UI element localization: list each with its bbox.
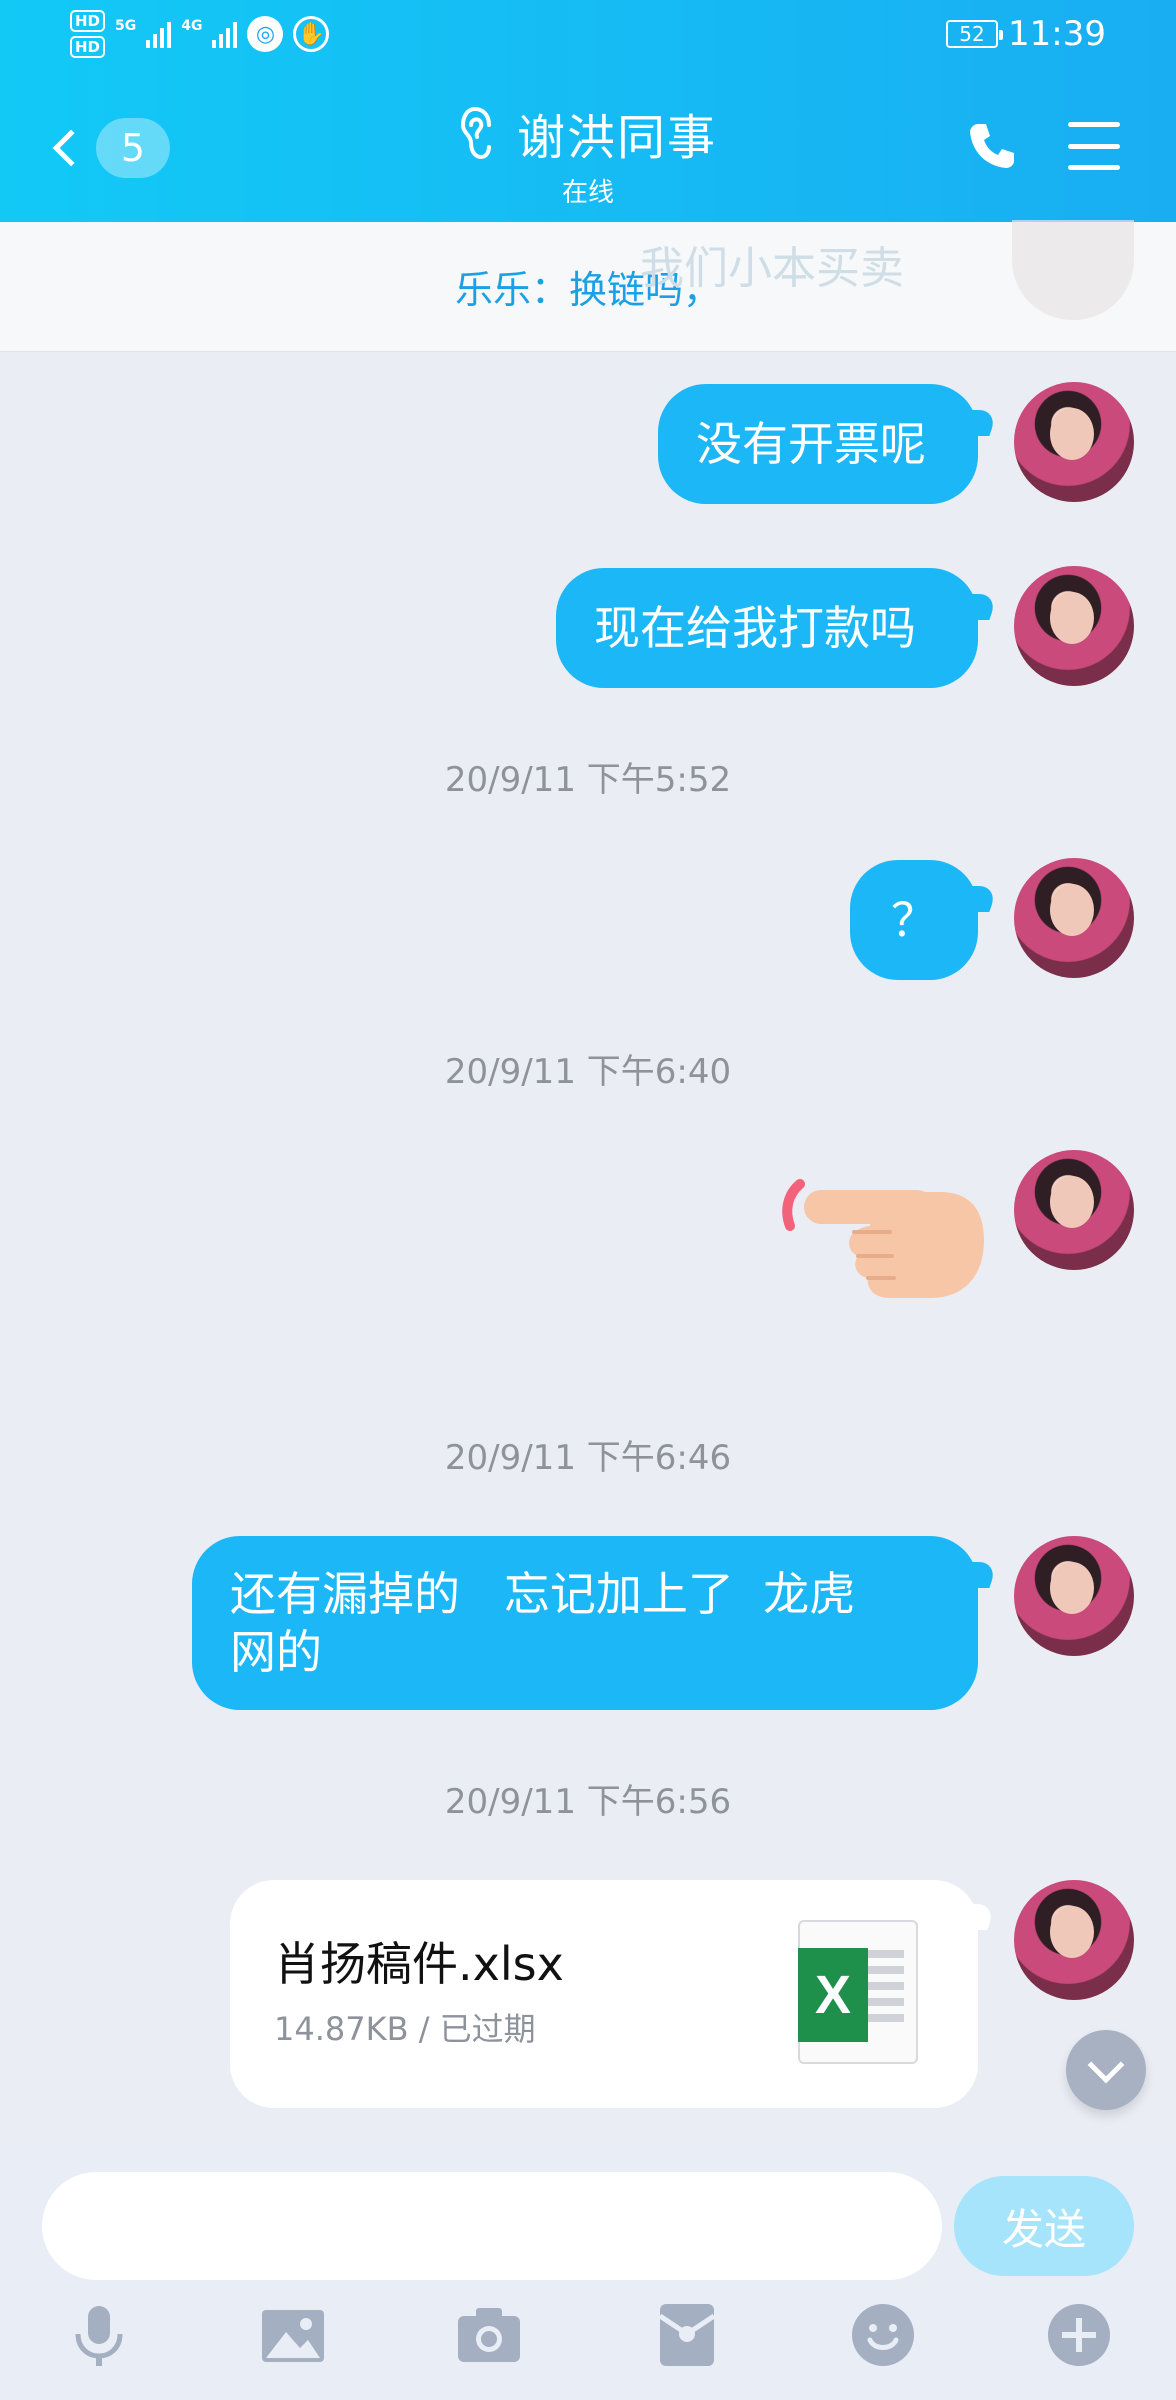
status-bar: HD HD 5G 4G ◎ ✋ 52 11:39 <box>0 0 1176 70</box>
file-name: 肖扬稿件.xlsx <box>274 1937 564 1991</box>
avatar[interactable] <box>1014 1150 1134 1270</box>
avatar[interactable] <box>1014 1536 1134 1656</box>
message-bubble[interactable]: 没有开票呢 <box>658 384 978 504</box>
scroll-to-bottom-button[interactable] <box>1066 2030 1146 2110</box>
phone-icon[interactable] <box>964 118 1020 174</box>
ear-icon <box>460 106 491 160</box>
timestamp: 20/9/11 下午6:40 <box>444 1052 732 1092</box>
plus-icon[interactable] <box>1044 2300 1114 2370</box>
emoji-icon[interactable] <box>848 2300 918 2370</box>
chevron-down-icon <box>1087 2046 1125 2084</box>
avatar[interactable] <box>1014 858 1134 978</box>
message-text: ？ <box>891 893 937 947</box>
message-input[interactable] <box>42 2172 942 2280</box>
hd-badge: HD <box>70 10 106 32</box>
signal-icon <box>212 20 238 48</box>
online-status: 在线 <box>561 178 614 208</box>
signal-icon <box>146 20 172 48</box>
send-button[interactable]: 发送 <box>954 2176 1134 2276</box>
hd-badge: HD <box>70 36 106 58</box>
avatar[interactable] <box>1014 382 1134 502</box>
image-icon[interactable] <box>258 2300 328 2370</box>
browser-icon: ◎ <box>247 16 284 52</box>
excel-icon: X <box>798 1920 918 2064</box>
status-right: 52 11:39 <box>946 14 1106 54</box>
previous-message-text: 我们小本买卖 <box>640 243 904 294</box>
hd-indicators: HD HD <box>70 10 106 58</box>
input-area: 发送 <box>0 2146 1176 2400</box>
excel-letter: X <box>798 1948 868 2042</box>
message-text: 还有漏掉的 忘记加上了 龙虎网的 <box>230 1567 856 1679</box>
file-meta: 14.87KB / 已过期 <box>274 2010 536 2048</box>
title-row: 谢洪同事 <box>459 98 717 168</box>
pointing-finger-icon[interactable] <box>770 1170 990 1310</box>
notice-bar[interactable]: 乐乐：换链吗， <box>0 222 1176 352</box>
network-type: 4G <box>181 18 203 34</box>
status-left: HD HD 5G 4G ◎ ✋ <box>70 10 330 58</box>
avatar[interactable] <box>1014 566 1134 686</box>
camera-icon[interactable] <box>454 2300 524 2370</box>
hand-icon: ✋ <box>293 16 330 52</box>
file-message[interactable]: 肖扬稿件.xlsx 14.87KB / 已过期 X <box>230 1880 978 2108</box>
clock: 11:39 <box>1008 14 1106 54</box>
menu-icon[interactable] <box>1068 122 1120 170</box>
message-bubble[interactable]: 现在给我打款吗 <box>556 568 978 688</box>
message-text: 现在给我打款吗 <box>594 601 916 655</box>
message-bubble[interactable]: ？ <box>850 860 978 980</box>
message-bubble[interactable]: 还有漏掉的 忘记加上了 龙虎网的 <box>192 1536 978 1710</box>
chat-header: HD HD 5G 4G ◎ ✋ 52 11:39 5 谢洪同事 在线 <box>0 0 1176 222</box>
timestamp: 20/9/11 下午6:56 <box>444 1782 732 1822</box>
red-packet-icon[interactable] <box>652 2300 722 2370</box>
network-type: 5G <box>115 18 137 34</box>
avatar[interactable] <box>1014 1880 1134 2000</box>
microphone-icon[interactable] <box>64 2300 134 2370</box>
chat-title: 谢洪同事 <box>516 110 717 166</box>
message-text: 没有开票呢 <box>696 417 926 471</box>
battery-icon: 52 <box>946 20 1004 48</box>
excel-grid <box>864 1950 904 2030</box>
timestamp: 20/9/11 下午6:46 <box>444 1438 732 1478</box>
timestamp: 20/9/11 下午5:52 <box>444 760 732 800</box>
